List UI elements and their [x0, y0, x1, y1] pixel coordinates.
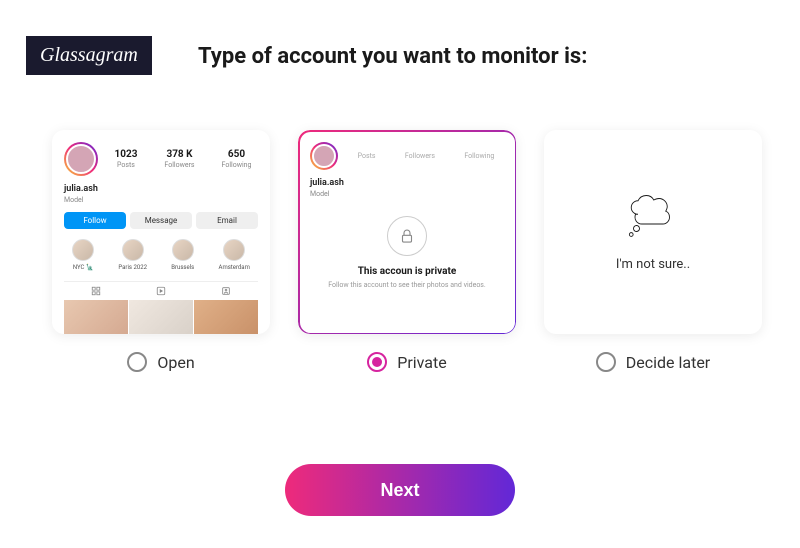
radio-icon — [596, 352, 616, 372]
highlight-item[interactable]: NYC 🗽 — [72, 239, 94, 271]
card-decide[interactable]: I'm not sure.. — [544, 130, 762, 334]
stat-label: Followers — [405, 152, 435, 160]
post-thumbnail[interactable] — [194, 300, 258, 334]
options-row: Open Private Decide later — [52, 352, 762, 372]
post-thumbnail[interactable] — [64, 300, 128, 334]
email-button[interactable]: Email — [196, 212, 258, 229]
stat-label: Following — [464, 152, 494, 160]
logo: Glassagram — [26, 36, 152, 75]
avatar-ring — [310, 142, 338, 170]
highlight-item[interactable]: Paris 2022 — [118, 239, 147, 271]
stat-label: Posts — [358, 152, 376, 160]
username: julia.ash — [64, 184, 258, 194]
option-label: Open — [157, 353, 194, 372]
stat-posts: 1023Posts — [114, 149, 137, 169]
grid-icon[interactable] — [91, 286, 101, 296]
card-open[interactable]: 1023Posts 378 KFollowers 650Following ju… — [52, 130, 270, 334]
card-row: 1023Posts 378 KFollowers 650Following ju… — [52, 130, 762, 334]
page-title: Type of account you want to monitor is: — [198, 44, 587, 69]
option-decide-later[interactable]: Decide later — [544, 352, 762, 372]
highlight-item[interactable]: Brussels — [171, 239, 194, 271]
decide-text: I'm not sure.. — [616, 257, 690, 272]
avatar — [312, 144, 336, 168]
tagged-icon[interactable] — [221, 286, 231, 296]
reels-icon[interactable] — [156, 286, 166, 296]
radio-icon — [367, 352, 387, 372]
thought-bubble-icon — [623, 193, 683, 243]
radio-icon — [127, 352, 147, 372]
option-private[interactable]: Private — [298, 352, 516, 372]
highlight-item[interactable]: Amsterdam — [219, 239, 250, 271]
stat-followers: 378 KFollowers — [164, 149, 194, 169]
post-thumbnail[interactable] — [129, 300, 193, 334]
next-button[interactable]: Next — [285, 464, 515, 516]
avatar-ring — [64, 142, 98, 176]
option-label: Private — [397, 353, 446, 372]
option-open[interactable]: Open — [52, 352, 270, 372]
option-label: Decide later — [626, 353, 710, 372]
bio: Model — [64, 196, 258, 204]
bio: Model — [310, 190, 504, 198]
private-title: This accoun is private — [310, 266, 504, 277]
follow-button[interactable]: Follow — [64, 212, 126, 229]
lock-circle — [387, 216, 427, 256]
private-subtitle: Follow this account to see their photos … — [310, 281, 504, 290]
stat-following: 650Following — [222, 149, 252, 169]
avatar — [66, 144, 96, 174]
card-private[interactable]: Posts Followers Following julia.ash Mode… — [298, 130, 516, 334]
message-button[interactable]: Message — [130, 212, 192, 229]
username: julia.ash — [310, 178, 504, 188]
lock-icon — [398, 227, 416, 245]
